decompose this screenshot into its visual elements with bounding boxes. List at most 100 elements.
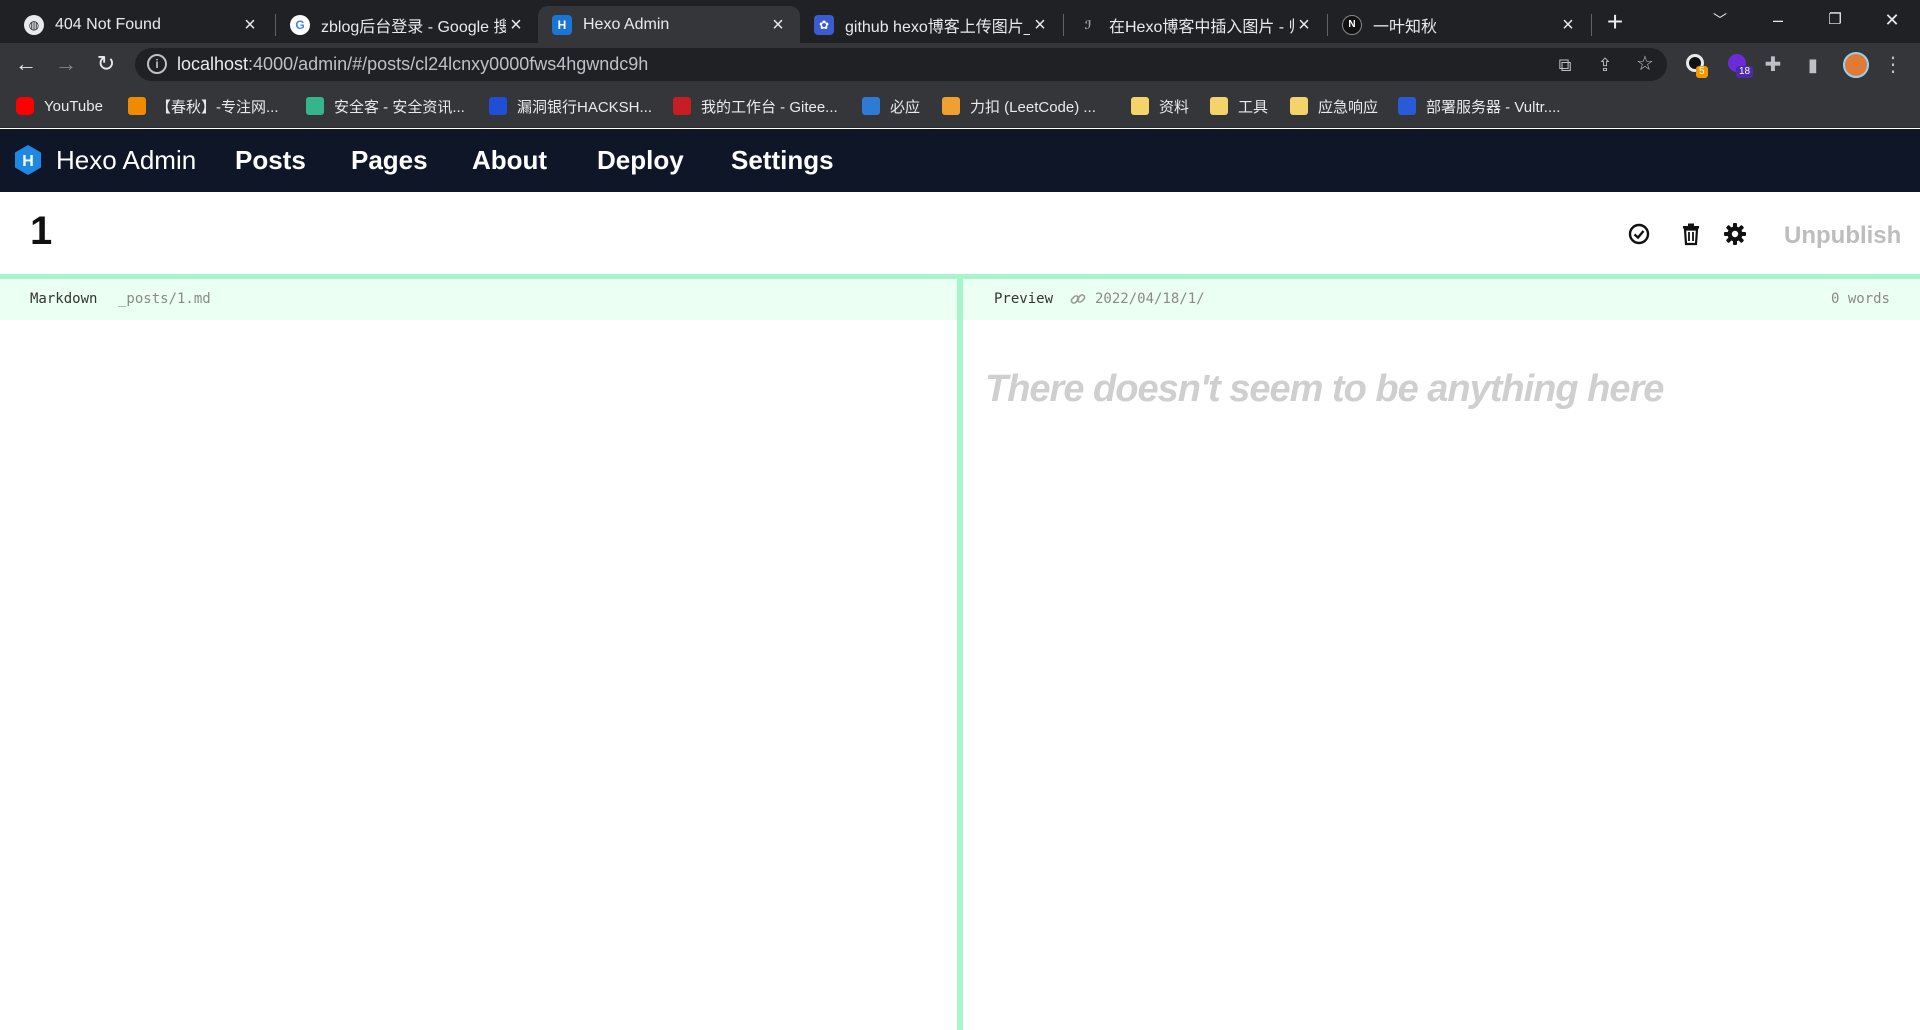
globe-icon: ◍: [24, 14, 44, 35]
bookmarks-bar: YouTube 【春秋】-专注网... 安全客 - 安全资讯... 漏洞银行HA…: [0, 85, 1920, 128]
extension-icon[interactable]: 5: [1684, 54, 1708, 78]
bookmark-label: 资料: [1159, 98, 1190, 116]
anquanke-icon: [306, 97, 324, 115]
forward-icon[interactable]: →: [50, 48, 82, 80]
extension-badge: 5: [1696, 66, 1708, 78]
bookmark-star-icon[interactable]: ☆: [1634, 53, 1656, 75]
tab-title: 一叶知秋: [1373, 18, 1438, 36]
bookmark-folder[interactable]: 应急响应: [1290, 95, 1378, 117]
google-icon: G: [290, 14, 310, 35]
markdown-file-path: _posts/1.md: [118, 291, 211, 307]
bookmark-label: YouTube: [44, 97, 103, 115]
close-tab-icon[interactable]: ×: [506, 15, 526, 35]
hexo-logo-icon: H: [15, 145, 41, 175]
profile-avatar[interactable]: [1843, 52, 1869, 78]
back-icon[interactable]: ←: [10, 48, 42, 80]
bookmark-folder[interactable]: 资料: [1131, 95, 1189, 117]
nav-deploy[interactable]: Deploy: [597, 145, 684, 176]
bookmark-item[interactable]: 力扣 (LeetCode) ...: [942, 95, 1096, 117]
folder-icon: [1210, 97, 1228, 115]
app-brand[interactable]: Hexo Admin: [56, 145, 196, 176]
tab-separator: [1591, 14, 1592, 36]
tab-title: 404 Not Found: [55, 15, 161, 33]
vultr-icon: [1398, 97, 1416, 115]
youtube-icon: [16, 97, 34, 115]
nav-about[interactable]: About: [472, 145, 547, 176]
permalink-link[interactable]: 2022/04/18/1/: [1095, 291, 1205, 307]
markdown-editor[interactable]: [0, 320, 957, 1030]
browser-tab[interactable]: N 一叶知秋 ×: [1328, 6, 1590, 43]
close-tab-icon[interactable]: ×: [1294, 15, 1314, 35]
tab-title: Hexo Admin: [583, 15, 670, 33]
translate-icon[interactable]: ⧉: [1554, 54, 1576, 76]
post-title[interactable]: 1: [30, 209, 52, 254]
browser-tab[interactable]: ℐ 在Hexo博客中插入图片 - 帅 ×: [1064, 6, 1326, 43]
url-path: :4000/admin/#/posts/cl24lcnxy0000fws4hgw…: [248, 54, 649, 74]
bookmark-item[interactable]: 必应: [862, 95, 920, 117]
bookmark-label: 工具: [1238, 98, 1269, 116]
markdown-label: Markdown: [30, 291, 98, 307]
unpublish-button[interactable]: Unpublish: [1784, 222, 1901, 250]
bookmark-label: 我的工作台 - Gitee...: [701, 98, 838, 116]
preview-empty-message: There doesn't seem to be anything here: [985, 368, 1664, 410]
gitee-icon: [673, 97, 691, 115]
gear-icon[interactable]: [1723, 222, 1747, 246]
close-window-icon[interactable]: ✕: [1872, 5, 1912, 35]
close-tab-icon[interactable]: ×: [240, 15, 260, 35]
nav-pages[interactable]: Pages: [351, 145, 428, 176]
app-navbar: H Hexo Admin Posts Pages About Deploy Se…: [0, 129, 1920, 192]
browser-tab-strip: ◍ 404 Not Found × G zblog后台登录 - Google 搜…: [0, 0, 1920, 43]
folder-icon: [1131, 97, 1149, 115]
folder-icon: [1290, 97, 1308, 115]
leetcode-icon: [942, 97, 960, 115]
svg-text:H: H: [22, 153, 34, 170]
reload-icon[interactable]: ↻: [90, 48, 122, 80]
link-icon: [1070, 294, 1086, 304]
pane-divider[interactable]: [957, 279, 963, 1030]
extensions-puzzle-icon[interactable]: ✚: [1762, 54, 1784, 76]
side-panel-icon[interactable]: ▮: [1802, 54, 1824, 76]
site-icon: ℐ: [1084, 17, 1092, 32]
url-text[interactable]: localhost:4000/admin/#/posts/cl24lcnxy00…: [177, 54, 648, 75]
browser-tab-active[interactable]: H Hexo Admin ×: [538, 6, 800, 43]
preview-label: Preview: [994, 291, 1054, 307]
bookmark-label: 部署服务器 - Vultr....: [1426, 98, 1561, 116]
bookmark-label: 应急响应: [1318, 98, 1379, 116]
bookmark-item[interactable]: 我的工作台 - Gitee...: [673, 95, 838, 117]
close-tab-icon[interactable]: ×: [1558, 15, 1578, 35]
tab-search-icon[interactable]: ﹀: [1700, 5, 1740, 35]
extension-icon[interactable]: 18: [1726, 54, 1754, 78]
nav-posts[interactable]: Posts: [235, 145, 306, 176]
tab-title: github hexo博客上传图片_: [845, 18, 1030, 36]
nav-settings[interactable]: Settings: [731, 145, 834, 176]
check-circle-icon[interactable]: [1627, 222, 1651, 246]
browser-toolbar: ← → ↻ i localhost:4000/admin/#/posts/cl2…: [0, 43, 1920, 85]
bookmark-item[interactable]: 【春秋】-专注网...: [128, 95, 279, 117]
bookmark-item[interactable]: YouTube: [16, 95, 103, 117]
bookmark-item[interactable]: 漏洞银行HACKSH...: [489, 95, 652, 117]
hackshare-icon: [489, 97, 507, 115]
browser-tab[interactable]: G zblog后台登录 - Google 搜 ×: [276, 6, 538, 43]
bookmark-label: 漏洞银行HACKSH...: [517, 98, 653, 116]
site-info-icon[interactable]: i: [147, 54, 167, 74]
browser-tab[interactable]: ◍ 404 Not Found ×: [10, 6, 272, 43]
bookmark-label: 力扣 (LeetCode) ...: [970, 98, 1096, 116]
preview-pane-header: Preview 2022/04/18/1/ 0 words: [963, 279, 1920, 320]
bookmark-label: 必应: [890, 98, 921, 116]
share-icon[interactable]: ⇪: [1594, 54, 1616, 76]
baidu-icon: ✿: [814, 14, 834, 35]
minimize-icon[interactable]: –: [1758, 5, 1798, 35]
menu-kebab-icon[interactable]: ⋮: [1882, 54, 1904, 76]
bookmark-folder[interactable]: 工具: [1210, 95, 1268, 117]
browser-tab[interactable]: ✿ github hexo博客上传图片_ ×: [800, 6, 1062, 43]
close-tab-icon[interactable]: ×: [768, 15, 788, 35]
address-bar[interactable]: i localhost:4000/admin/#/posts/cl24lcnxy…: [135, 48, 1667, 81]
notion-icon: N: [1342, 14, 1362, 35]
bookmark-item[interactable]: 安全客 - 安全资讯...: [306, 95, 465, 117]
close-tab-icon[interactable]: ×: [1030, 15, 1050, 35]
bookmark-item[interactable]: 部署服务器 - Vultr....: [1398, 95, 1560, 117]
url-host: localhost: [177, 54, 249, 74]
trash-icon[interactable]: [1679, 222, 1703, 246]
new-tab-button[interactable]: +: [1601, 8, 1629, 37]
restore-icon[interactable]: ❐: [1815, 5, 1855, 35]
